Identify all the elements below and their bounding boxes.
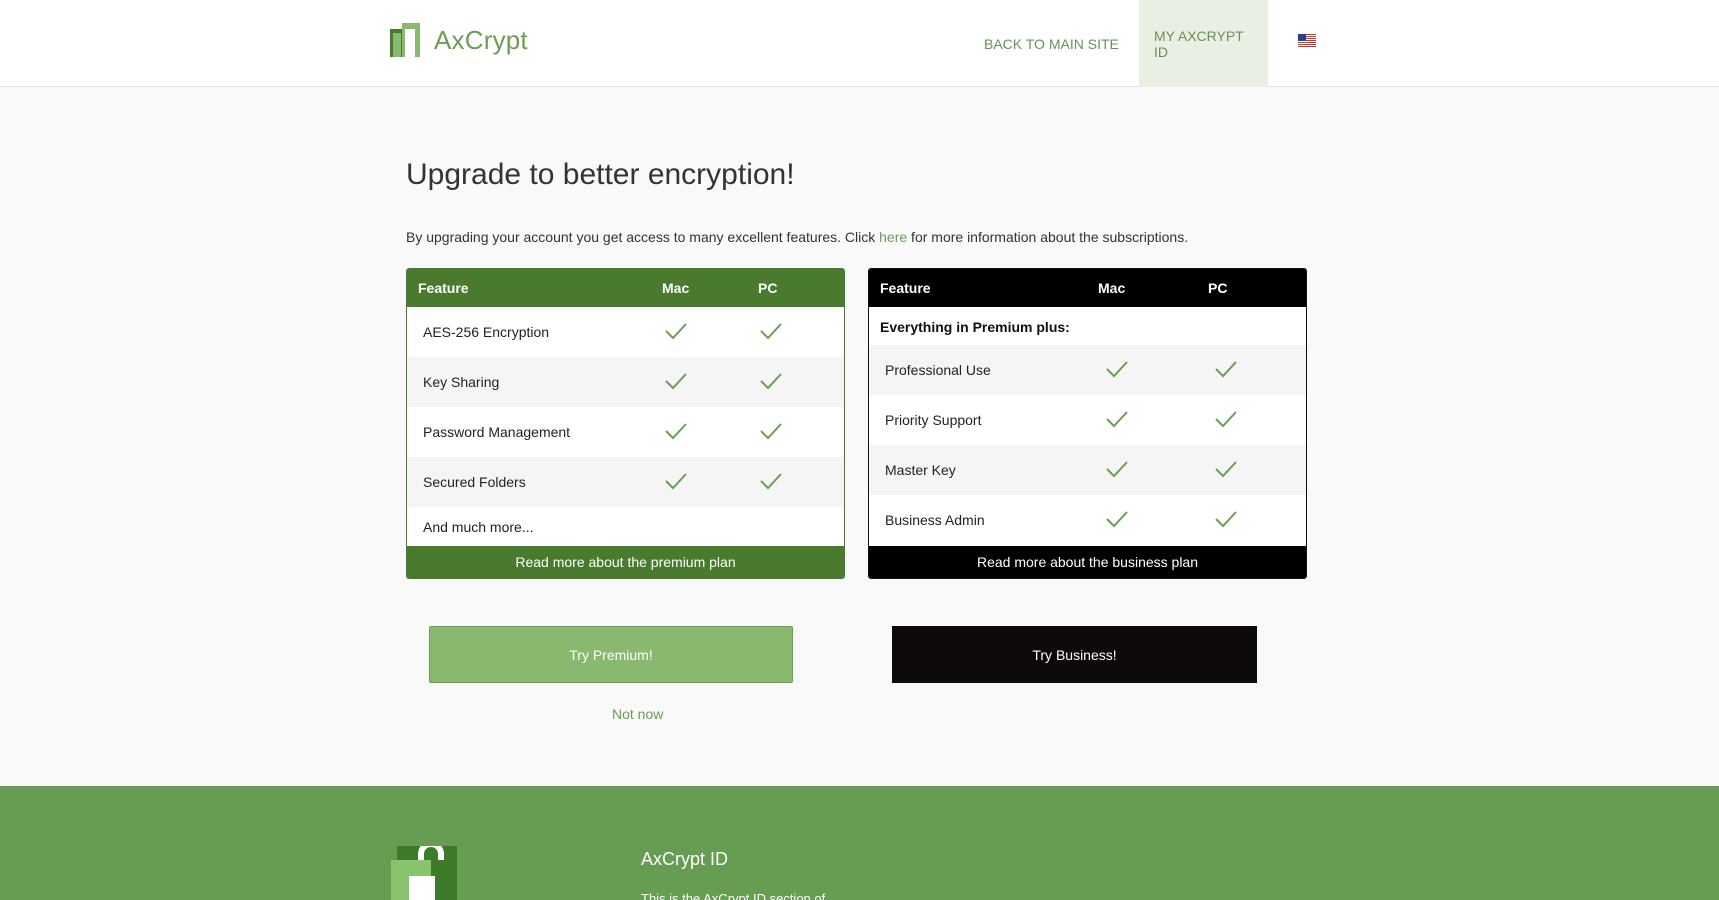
table-row: Password Management — [407, 407, 844, 457]
axcrypt-lock-logo-icon — [391, 846, 457, 900]
feature-label: Business Admin — [885, 512, 985, 528]
check-icon — [760, 373, 782, 390]
table-row: Secured Folders — [407, 457, 844, 507]
intro-text-after: for more information about the subscript… — [907, 229, 1189, 245]
header-pc: PC — [758, 280, 778, 296]
check-icon — [1215, 511, 1237, 528]
check-icon — [760, 323, 782, 340]
try-business-button[interactable]: Try Business! — [892, 626, 1257, 683]
header-feature: Feature — [418, 280, 469, 296]
axcrypt-logo-icon — [390, 23, 420, 57]
feature-label: Password Management — [423, 424, 571, 440]
table-row: AES-256 Encryption — [407, 307, 844, 357]
read-more-premium-link[interactable]: Read more about the premium plan — [407, 546, 844, 578]
check-icon — [760, 423, 782, 440]
table-row: Master Key — [869, 445, 1306, 495]
table-row: Professional Use — [869, 345, 1306, 395]
check-icon — [1106, 411, 1128, 428]
table-header: Feature Mac PC — [869, 269, 1306, 307]
check-icon — [1106, 461, 1128, 478]
check-icon — [760, 473, 782, 490]
check-icon — [1215, 361, 1237, 378]
page-title: Upgrade to better encryption! — [406, 158, 795, 191]
footer-text: This is the AxCrypt ID section of — [641, 891, 826, 900]
check-icon — [1106, 361, 1128, 378]
check-icon — [665, 473, 687, 490]
header-feature: Feature — [880, 280, 931, 296]
axcrypt-logo[interactable]: AxCrypt — [390, 22, 528, 58]
try-premium-button[interactable]: Try Premium! — [429, 626, 793, 683]
check-icon — [1215, 461, 1237, 478]
check-icon — [1215, 411, 1237, 428]
header-mac: Mac — [662, 280, 690, 296]
feature-label: Professional Use — [885, 362, 991, 378]
intro-here-link[interactable]: here — [879, 229, 907, 245]
site-footer: AxCrypt ID This is the AxCrypt ID sectio… — [0, 786, 1719, 900]
read-more-business-link[interactable]: Read more about the business plan — [869, 546, 1306, 578]
check-icon — [665, 423, 687, 440]
table-subheading: Everything in Premium plus: — [869, 307, 1306, 345]
nav-back-to-main-site[interactable]: BACK TO MAIN SITE — [969, 0, 1134, 87]
check-icon — [665, 373, 687, 390]
feature-label: Master Key — [885, 462, 956, 478]
site-header: AxCrypt BACK TO MAIN SITE MY AXCRYPT ID — [0, 0, 1719, 87]
feature-label: AES-256 Encryption — [423, 324, 550, 340]
table-row: Key Sharing — [407, 357, 844, 407]
table-header: Feature Mac PC — [407, 269, 844, 307]
table-row: Priority Support — [869, 395, 1306, 445]
nav-my-axcrypt-id[interactable]: MY AXCRYPT ID — [1139, 0, 1268, 87]
footer-title: AxCrypt ID — [641, 849, 729, 869]
not-now-link[interactable]: Not now — [612, 706, 663, 722]
and-much-more-text: And much more... — [423, 519, 534, 535]
table-row: Business Admin — [869, 495, 1306, 545]
table-row-more: And much more... — [407, 507, 844, 545]
feature-label: Key Sharing — [423, 374, 500, 390]
us-flag-icon[interactable] — [1298, 34, 1316, 47]
header-mac: Mac — [1098, 280, 1126, 296]
subheading-text: Everything in Premium plus: — [880, 319, 1070, 335]
intro-text-before: By upgrading your account you get access… — [406, 229, 880, 245]
intro-text: By upgrading your account you get access… — [406, 229, 1188, 245]
feature-label: Secured Folders — [423, 474, 526, 490]
check-icon — [665, 323, 687, 340]
feature-label: Priority Support — [885, 412, 982, 428]
business-feature-table: Feature Mac PC Everything in Premium plu… — [868, 268, 1307, 579]
premium-feature-table: Feature Mac PC AES-256 Encryption Key Sh… — [406, 268, 845, 579]
check-icon — [1106, 511, 1128, 528]
header-pc: PC — [1208, 280, 1228, 296]
logo-text: AxCrypt — [434, 24, 528, 55]
